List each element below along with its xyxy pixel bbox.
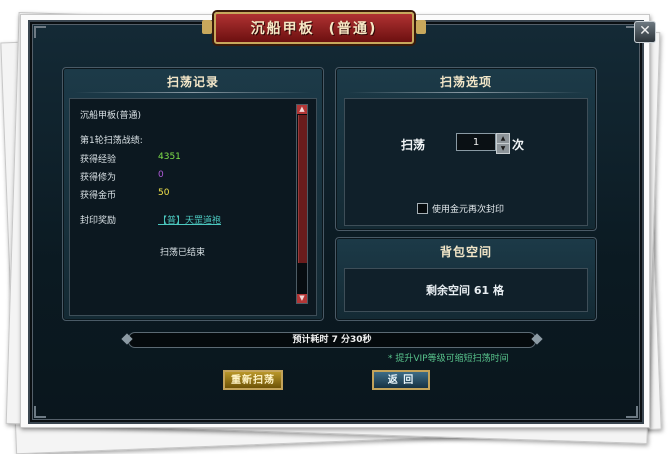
triangle-up-icon: ▲ xyxy=(299,105,305,113)
times-unit-label: 次 xyxy=(512,138,525,152)
bag-space-panel: 背包空间 xyxy=(335,237,597,321)
corner-ornament xyxy=(34,26,46,38)
cultivation-value: 0 xyxy=(158,170,164,180)
record-dungeon-name: 沉船甲板(普通) xyxy=(80,111,142,121)
seal-reward-item-link[interactable]: 【普】天罡道袍 xyxy=(158,213,221,226)
close-icon: ✕ xyxy=(639,23,651,39)
exp-label: 获得经验 xyxy=(80,155,117,165)
sweep-record-list xyxy=(69,98,317,316)
corner-ornament xyxy=(626,406,638,418)
use-gold-reseal-checkbox[interactable] xyxy=(417,203,428,214)
triangle-down-icon: ▼ xyxy=(500,145,506,152)
cultivation-label: 获得修为 xyxy=(80,173,117,183)
record-round-label: 第1轮扫荡战绩: xyxy=(80,136,143,146)
heading-divider xyxy=(348,92,584,93)
heading-divider xyxy=(75,92,311,93)
corner-ornament xyxy=(34,406,46,418)
sweep-count-input[interactable] xyxy=(456,133,496,151)
record-scrollbar[interactable]: ▲ ▼ xyxy=(296,104,308,304)
sweep-count-label: 扫荡 xyxy=(401,138,426,152)
dungeon-title: 沉船甲板 xyxy=(250,21,315,37)
count-decrease-button[interactable]: ▼ xyxy=(496,143,510,154)
dungeon-mode: (普通) xyxy=(328,21,378,37)
gold-value: 50 xyxy=(158,188,170,198)
bag-remaining-text: 剩余空间 61 格 xyxy=(426,284,504,297)
exp-value: 4351 xyxy=(158,152,181,162)
scroll-down-button[interactable]: ▼ xyxy=(297,294,307,303)
sweep-finished-text: 扫荡已结束 xyxy=(160,248,206,258)
estimated-time-text: 预计耗时 7 分30秒 xyxy=(292,335,372,345)
sweep-record-heading: 扫荡记录 xyxy=(166,75,219,89)
bag-space-heading: 背包空间 xyxy=(439,245,492,259)
close-button[interactable]: ✕ xyxy=(634,21,656,43)
estimated-time-bar: 预计耗时 7 分30秒 xyxy=(128,332,536,348)
scrollbar-thumb[interactable] xyxy=(298,115,307,263)
triangle-down-icon: ▼ xyxy=(299,294,305,302)
triangle-up-icon: ▲ xyxy=(500,135,506,142)
dialog-title-banner: 沉船甲板 (普通) xyxy=(202,12,426,44)
gold-label: 获得金币 xyxy=(80,191,117,201)
rescan-button[interactable]: 重新扫荡 xyxy=(223,370,283,390)
vip-tip-text: * 提升VIP等级可缩短扫荡时间 xyxy=(388,354,509,364)
use-gold-reseal-label: 使用金元再次封印 xyxy=(432,205,505,215)
sweep-options-heading: 扫荡选项 xyxy=(439,75,492,89)
dialog-title: 沉船甲板 (普通) xyxy=(251,18,378,38)
scroll-up-button[interactable]: ▲ xyxy=(297,105,307,114)
back-button[interactable]: 返 回 xyxy=(372,370,430,390)
seal-reward-label: 封印奖励 xyxy=(80,216,117,226)
